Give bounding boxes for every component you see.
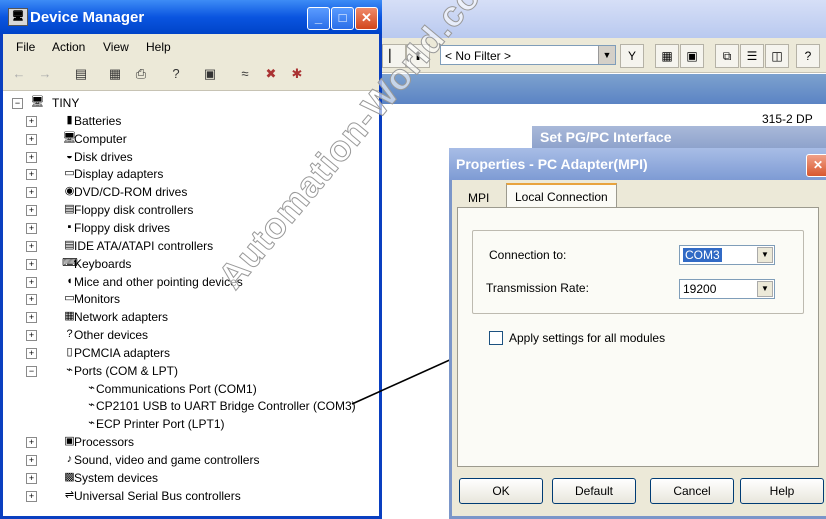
connection-select[interactable]: COM3 ▼ (679, 245, 775, 265)
rate-label: Transmission Rate: (486, 281, 589, 295)
rate-value: 19200 (683, 282, 717, 296)
dialog-title: Properties - PC Adapter(MPI) (456, 156, 648, 172)
chevron-down-icon[interactable]: ▼ (757, 247, 773, 263)
apply-all-checkbox[interactable] (489, 331, 503, 345)
apply-all-label: Apply settings for all modules (509, 331, 666, 345)
connection-value: COM3 (683, 248, 722, 262)
rate-select[interactable]: 19200 ▼ (679, 279, 775, 299)
dialog-close-button[interactable]: ✕ (806, 154, 826, 177)
default-button[interactable]: Default (552, 478, 636, 504)
chevron-down-icon[interactable]: ▼ (757, 281, 773, 297)
ok-button[interactable]: OK (459, 478, 543, 504)
properties-title-bar[interactable]: Properties - PC Adapter(MPI) ✕ (449, 148, 826, 180)
help-button[interactable]: Help (740, 478, 824, 504)
connection-group (472, 230, 804, 314)
connection-label: Connection to: (489, 248, 567, 262)
cancel-button[interactable]: Cancel (650, 478, 734, 504)
